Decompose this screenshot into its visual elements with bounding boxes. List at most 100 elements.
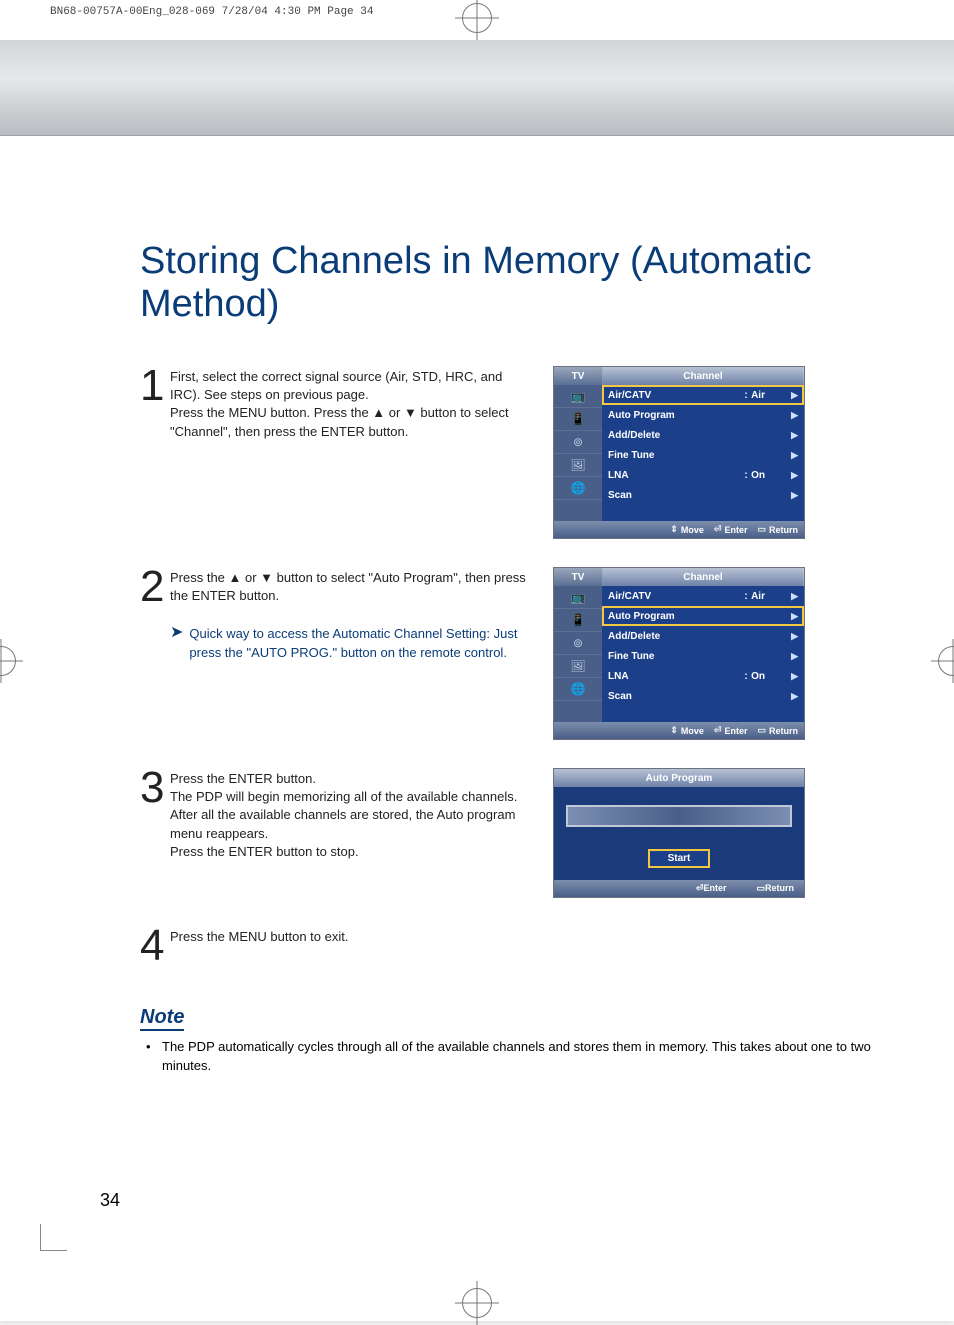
step-number: 4 xyxy=(140,926,170,966)
osd-item-label: Fine Tune xyxy=(608,450,741,461)
note-text: The PDP automatically cycles through all… xyxy=(140,1037,894,1076)
osd-list: Air/CATV : Air ▶ Auto Program ▶ Add/Dele… xyxy=(602,385,804,521)
footer-return: ▭Return xyxy=(757,725,798,736)
osd-item-fine-tune[interactable]: Fine Tune ▶ xyxy=(602,445,804,465)
page-number: 34 xyxy=(100,1190,120,1211)
osd-item-fine-tune[interactable]: Fine Tune ▶ xyxy=(602,646,804,666)
osd-item-label: LNA xyxy=(608,671,741,682)
osd-title: Auto Program xyxy=(554,769,804,787)
step-text: Press the ▲ or ▼ button to select "Auto … xyxy=(170,567,535,605)
updown-icon: ⇕ xyxy=(670,524,678,535)
osd-item-scan[interactable]: Scan ▶ xyxy=(602,485,804,505)
step-tip: ➤ Quick way to access the Automatic Chan… xyxy=(170,625,535,661)
osd-item-air-catv[interactable]: Air/CATV : Air ▶ xyxy=(602,385,804,405)
note-section: Note The PDP automatically cycles throug… xyxy=(140,1006,894,1076)
osd-sidebar-icon-2: ⊚ xyxy=(554,431,602,454)
caret-right-icon: ▶ xyxy=(791,450,798,461)
osd-item-label: LNA xyxy=(608,470,741,481)
osd-sidebar-icon-1: 📱 xyxy=(554,408,602,431)
osd-item-label: Air/CATV xyxy=(608,390,741,401)
footer-return: ▭Return xyxy=(756,883,794,894)
note-heading: Note xyxy=(140,1006,184,1031)
osd-tab-tv: TV xyxy=(554,367,603,385)
step-number: 2 xyxy=(140,567,170,662)
page-title: Storing Channels in Memory (Automatic Me… xyxy=(140,240,894,326)
step-number: 3 xyxy=(140,768,170,808)
tip-text: Quick way to access the Automatic Channe… xyxy=(189,625,535,661)
footer-return: ▭Return xyxy=(757,524,798,535)
osd-item-lna[interactable]: LNA : On ▶ xyxy=(602,465,804,485)
tip-arrow-icon: ➤ xyxy=(170,625,183,641)
caret-right-icon: ▶ xyxy=(791,611,798,622)
header-banner xyxy=(0,40,954,136)
osd-sidebar-icon-4: 🌐 xyxy=(554,477,602,500)
return-icon: ▭ xyxy=(757,524,766,535)
osd-item-air-catv[interactable]: Air/CATV : Air ▶ xyxy=(602,586,804,606)
osd-auto-program: Auto Program Start ⏎Enter ▭Return xyxy=(553,768,805,898)
osd-sidebar-icon-1: 📱 xyxy=(554,609,602,632)
osd-item-add-delete[interactable]: Add/Delete ▶ xyxy=(602,425,804,445)
osd-item-value: Air xyxy=(751,591,791,602)
updown-icon: ⇕ xyxy=(670,725,678,736)
osd-item-label: Scan xyxy=(608,691,741,702)
osd-item-auto-program[interactable]: Auto Program ▶ xyxy=(602,606,804,626)
start-button[interactable]: Start xyxy=(648,849,711,868)
osd-sidebar: 📺📱⊚🖼🌐 xyxy=(554,385,602,521)
osd-sidebar-icon-3: 🖼 xyxy=(554,454,602,477)
osd-item-scan[interactable]: Scan ▶ xyxy=(602,686,804,706)
osd-sidebar-icon-0: 📺 xyxy=(554,385,602,408)
osd-channel-menu-1: TV Channel 📺📱⊚🖼🌐 Air/CATV : Air ▶ Auto P… xyxy=(553,366,805,539)
caret-right-icon: ▶ xyxy=(791,691,798,702)
osd-item-label: Add/Delete xyxy=(608,631,741,642)
step-text: Press the MENU button to exit. xyxy=(170,926,348,946)
registration-mark-right xyxy=(938,646,954,676)
osd-item-label: Scan xyxy=(608,490,741,501)
footer-enter: ⏎Enter xyxy=(714,725,748,736)
osd-item-label: Fine Tune xyxy=(608,651,741,662)
caret-right-icon: ▶ xyxy=(791,591,798,602)
print-header-text: BN68-00757A-00Eng_028-069 7/28/04 4:30 P… xyxy=(50,6,373,18)
enter-icon: ⏎ xyxy=(714,524,722,535)
osd-item-lna[interactable]: LNA : On ▶ xyxy=(602,666,804,686)
step-text: First, select the correct signal source … xyxy=(170,366,535,441)
footer-move: ⇕Move xyxy=(670,524,704,535)
osd-item-label: Auto Program xyxy=(608,410,741,421)
return-icon: ▭ xyxy=(756,883,765,893)
caret-right-icon: ▶ xyxy=(791,651,798,662)
caret-right-icon: ▶ xyxy=(791,390,798,401)
registration-mark-bottom xyxy=(462,1288,492,1318)
enter-icon: ⏎ xyxy=(714,725,722,736)
step-2: 2 Press the ▲ or ▼ button to select "Aut… xyxy=(140,567,535,662)
osd-item-value: On xyxy=(751,470,791,481)
osd-sidebar: 📺📱⊚🖼🌐 xyxy=(554,586,602,722)
step-4: 4 Press the MENU button to exit. xyxy=(140,926,535,966)
caret-right-icon: ▶ xyxy=(791,470,798,481)
osd-tab-title: Channel xyxy=(603,367,804,385)
registration-mark-left xyxy=(0,646,16,676)
caret-right-icon: ▶ xyxy=(791,430,798,441)
footer-enter: ⏎Enter xyxy=(696,883,727,894)
caret-right-icon: ▶ xyxy=(791,631,798,642)
osd-sidebar-icon-0: 📺 xyxy=(554,586,602,609)
progress-bar xyxy=(566,805,792,827)
step-1: 1 First, select the correct signal sourc… xyxy=(140,366,535,441)
osd-item-label: Add/Delete xyxy=(608,430,741,441)
return-icon: ▭ xyxy=(757,725,766,736)
osd-sidebar-icon-2: ⊚ xyxy=(554,632,602,655)
osd-item-value: On xyxy=(751,671,791,682)
osd-item-value: Air xyxy=(751,390,791,401)
step-3: 3 Press the ENTER button. The PDP will b… xyxy=(140,768,535,861)
osd-sidebar-icon-4: 🌐 xyxy=(554,678,602,701)
osd-item-add-delete[interactable]: Add/Delete ▶ xyxy=(602,626,804,646)
caret-right-icon: ▶ xyxy=(791,410,798,421)
osd-footer: ⇕Move ⏎Enter ▭Return xyxy=(554,722,804,739)
osd-tab-title: Channel xyxy=(603,568,804,586)
step-number: 1 xyxy=(140,366,170,406)
osd-item-label: Air/CATV xyxy=(608,591,741,602)
osd-item-auto-program[interactable]: Auto Program ▶ xyxy=(602,405,804,425)
step-text: Press the ENTER button. The PDP will beg… xyxy=(170,768,535,861)
osd-item-label: Auto Program xyxy=(608,611,741,622)
registration-mark-top xyxy=(462,3,492,33)
osd-tab-tv: TV xyxy=(554,568,603,586)
osd-footer: ⇕Move ⏎Enter ▭Return xyxy=(554,521,804,538)
